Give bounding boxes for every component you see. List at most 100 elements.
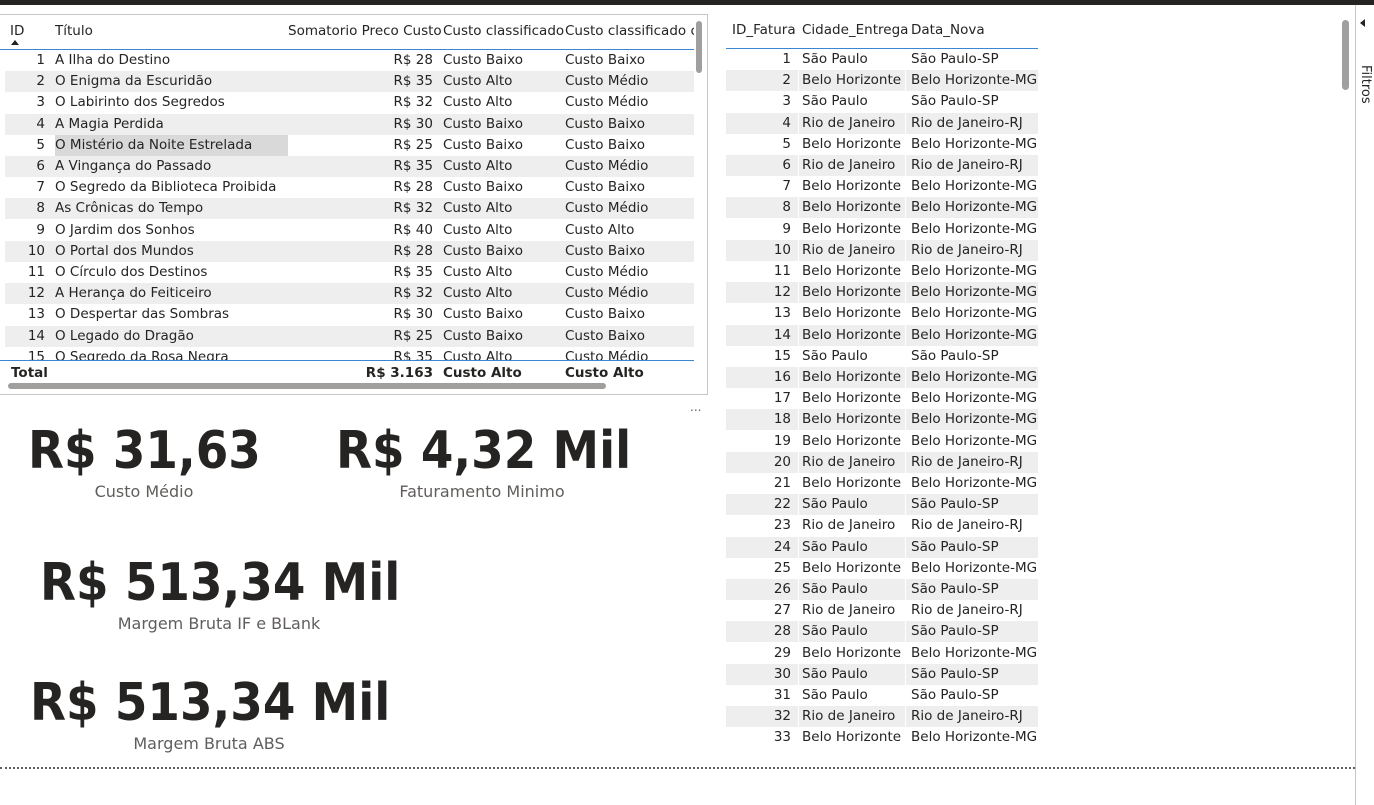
table-row[interactable]: 3 São Paulo São Paulo-SP	[726, 91, 1038, 113]
table-row[interactable]: 27 Rio de Janeiro Rio de Janeiro-RJ	[726, 600, 1038, 622]
table-row[interactable]: 11 O Círculo dos Destinos R$ 35 Custo Alto C…	[5, 262, 694, 283]
cell-id: 22	[773, 496, 791, 513]
cell-preco: R$ 35	[393, 264, 433, 280]
table-row[interactable]: 6 A Vingança do Passado R$ 35 Custo Alto Cus…	[5, 156, 694, 177]
table-row[interactable]: 7 Belo Horizonte Belo Horizonte-MG	[726, 176, 1038, 198]
cell-data: Belo Horizonte-MG	[911, 369, 1038, 385]
filters-label[interactable]: Filtros	[1358, 65, 1373, 104]
table-row[interactable]: 25 Belo Horizonte Belo Horizonte-MG	[726, 557, 1038, 579]
column-header-id-fatura[interactable]: ID_Fatura	[732, 22, 796, 38]
table-row[interactable]: 15 O Segredo da Rosa Negra R$ 35 Custo Alto…	[5, 347, 694, 360]
table-row[interactable]: 13 Belo Horizonte Belo Horizonte-MG	[726, 303, 1038, 325]
column-divider	[798, 239, 799, 261]
table-row[interactable]: 24 São Paulo São Paulo-SP	[726, 536, 1038, 558]
cell-cidade: Belo Horizonte	[802, 729, 902, 746]
column-divider	[798, 345, 799, 367]
table-row[interactable]: 23 Rio de Janeiro Rio de Janeiro-RJ	[726, 515, 1038, 537]
filters-pane[interactable]: Filtros	[1355, 5, 1374, 805]
cell-titulo: A Vingança do Passado	[55, 158, 212, 174]
table-row[interactable]: 7 O Segredo da Biblioteca Proibida R$ 28 Cu…	[5, 177, 694, 198]
table-row[interactable]: 10 O Portal dos Mundos R$ 28 Custo Baixo Cus…	[5, 240, 694, 262]
table-row[interactable]: 15 São Paulo São Paulo-SP	[726, 345, 1038, 367]
table-row[interactable]: 8 Belo Horizonte Belo Horizonte-MG	[726, 197, 1038, 219]
cell-data: Belo Horizonte-MG	[911, 326, 1038, 343]
table-row[interactable]: 5 Belo Horizonte Belo Horizonte-MG	[726, 133, 1038, 155]
cell-data: Rio de Janeiro-RJ	[911, 453, 1023, 470]
cell-id: 23	[773, 517, 791, 534]
table-row[interactable]: 9 Belo Horizonte Belo Horizonte-MG	[726, 218, 1038, 240]
cell-cidade: Rio de Janeiro	[802, 114, 896, 131]
column-divider	[905, 197, 906, 219]
cell-id: 1	[782, 51, 791, 67]
cell-cidade: Rio de Janeiro	[802, 708, 896, 725]
column-divider	[798, 685, 799, 706]
column-header-preco[interactable]: Somatorio Preco Custo	[288, 23, 442, 39]
table-row[interactable]: 18 Belo Horizonte Belo Horizonte-MG	[726, 409, 1038, 431]
chevron-left-icon[interactable]	[1360, 19, 1365, 27]
table-row[interactable]: 1 São Paulo São Paulo-SP	[726, 49, 1038, 70]
table-row[interactable]: 4 A Magia Perdida R$ 30 Custo Baixo Custo Ba…	[5, 113, 694, 135]
table-row[interactable]: 11 Belo Horizonte Belo Horizonte-MG	[726, 261, 1038, 282]
table-row[interactable]: 33 Belo Horizonte Belo Horizonte-MG	[726, 727, 1038, 749]
table-row[interactable]: 26 São Paulo São Paulo-SP	[726, 579, 1038, 600]
table-row[interactable]: 13 O Despertar das Sombras R$ 30 Custo Baix…	[5, 304, 694, 325]
table-header: ID_Fatura Cidade_Entrega Data_Nova	[726, 14, 1038, 49]
horizontal-scrollbar[interactable]	[8, 383, 606, 389]
vertical-scrollbar[interactable]	[696, 21, 702, 73]
cell-cidade: Belo Horizonte	[802, 135, 902, 152]
table-row[interactable]: 14 O Legado do Dragão R$ 25 Custo Baixo Cust…	[5, 325, 694, 347]
column-divider	[905, 473, 906, 494]
column-header-id[interactable]: ID	[10, 23, 24, 39]
cell-titulo: A Magia Perdida	[55, 115, 164, 132]
cell-titulo: A Ilha do Destino	[55, 52, 171, 68]
table-row[interactable]: 5 O Mistério da Noite Estrelada R$ 25 Custo…	[5, 134, 694, 156]
table-row[interactable]: 28 São Paulo São Paulo-SP	[726, 621, 1038, 643]
table-row[interactable]: 22 São Paulo São Paulo-SP	[726, 494, 1038, 516]
canvas-scrollbar[interactable]	[1342, 20, 1349, 90]
table-row[interactable]: 12 A Herança do Feiticeiro R$ 32 Custo Alto…	[5, 283, 694, 305]
table-row[interactable]: 14 Belo Horizonte Belo Horizonte-MG	[726, 324, 1038, 346]
card-custo-medio[interactable]: R$ 31,63 Custo Médio	[28, 420, 261, 501]
cell-cc2: Custo Baixo	[565, 136, 645, 153]
card-faturamento-minimo[interactable]: R$ 4,32 Mil Faturamento Minimo	[336, 420, 631, 501]
table-row[interactable]: 32 Rio de Janeiro Rio de Janeiro-RJ	[726, 706, 1038, 728]
table-row[interactable]: 17 Belo Horizonte Belo Horizonte-MG	[726, 388, 1038, 410]
titles-table[interactable]: ID Título Somatorio Preco Custo Custo cl…	[0, 14, 708, 395]
invoices-table[interactable]: ID_Fatura Cidade_Entrega Data_Nova 1 São …	[726, 14, 1038, 754]
table-row[interactable]: 29 Belo Horizonte Belo Horizonte-MG	[726, 642, 1038, 664]
column-divider	[905, 685, 906, 706]
table-row[interactable]: 6 Rio de Janeiro Rio de Janeiro-RJ	[726, 155, 1038, 176]
table-row[interactable]: 8 As Crônicas do Tempo R$ 32 Custo Alto Cust…	[5, 198, 694, 220]
sort-ascending-icon[interactable]	[11, 40, 19, 45]
column-header-classificado-2[interactable]: Custo classificado co	[565, 23, 694, 39]
cell-cc: Custo Alto	[443, 264, 513, 280]
card-margem-bruta-if[interactable]: R$ 513,34 Mil Margem Bruta IF e BLank	[40, 552, 400, 633]
table-row[interactable]: 2 O Enigma da Escuridão R$ 35 Custo Alto Cus…	[5, 71, 694, 93]
cell-id: 15	[773, 347, 791, 364]
more-options-icon[interactable]: ...	[690, 400, 701, 414]
column-header-titulo[interactable]: Título	[55, 23, 93, 39]
table-row[interactable]: 20 Rio de Janeiro Rio de Janeiro-RJ	[726, 451, 1038, 473]
cell-preco: R$ 30	[393, 115, 433, 132]
column-header-classificado[interactable]: Custo classificado	[443, 23, 564, 39]
table-row[interactable]: 2 Belo Horizonte Belo Horizonte-MG	[726, 70, 1038, 92]
cell-cc2: Custo Baixo	[565, 52, 645, 68]
table-row[interactable]: 1 A Ilha do Destino R$ 28 Custo Baixo Custo …	[5, 50, 694, 71]
column-header-data-nova[interactable]: Data_Nova	[911, 22, 985, 38]
table-row[interactable]: 9 O Jardim dos Sonhos R$ 40 Custo Alto Custo…	[5, 220, 694, 241]
column-divider	[798, 367, 799, 388]
table-row[interactable]: 3 O Labirinto dos Segredos R$ 32 Custo Alto…	[5, 92, 694, 113]
card-margem-bruta-abs[interactable]: R$ 513,34 Mil Margem Bruta ABS	[30, 672, 390, 753]
cell-id: 11	[773, 263, 791, 279]
table-row[interactable]: 30 São Paulo São Paulo-SP	[726, 663, 1038, 685]
table-row[interactable]: 10 Rio de Janeiro Rio de Janeiro-RJ	[726, 239, 1038, 261]
table-row[interactable]: 21 Belo Horizonte Belo Horizonte-MG	[726, 473, 1038, 494]
table-row[interactable]: 4 Rio de Janeiro Rio de Janeiro-RJ	[726, 112, 1038, 134]
table-row[interactable]: 12 Belo Horizonte Belo Horizonte-MG	[726, 282, 1038, 304]
table-row[interactable]: 19 Belo Horizonte Belo Horizonte-MG	[726, 430, 1038, 452]
table-row[interactable]: 31 São Paulo São Paulo-SP	[726, 685, 1038, 706]
column-header-cidade-entrega[interactable]: Cidade_Entrega	[802, 22, 908, 38]
column-divider	[798, 600, 799, 622]
table-row[interactable]: 16 Belo Horizonte Belo Horizonte-MG	[726, 367, 1038, 388]
column-divider	[905, 239, 906, 261]
